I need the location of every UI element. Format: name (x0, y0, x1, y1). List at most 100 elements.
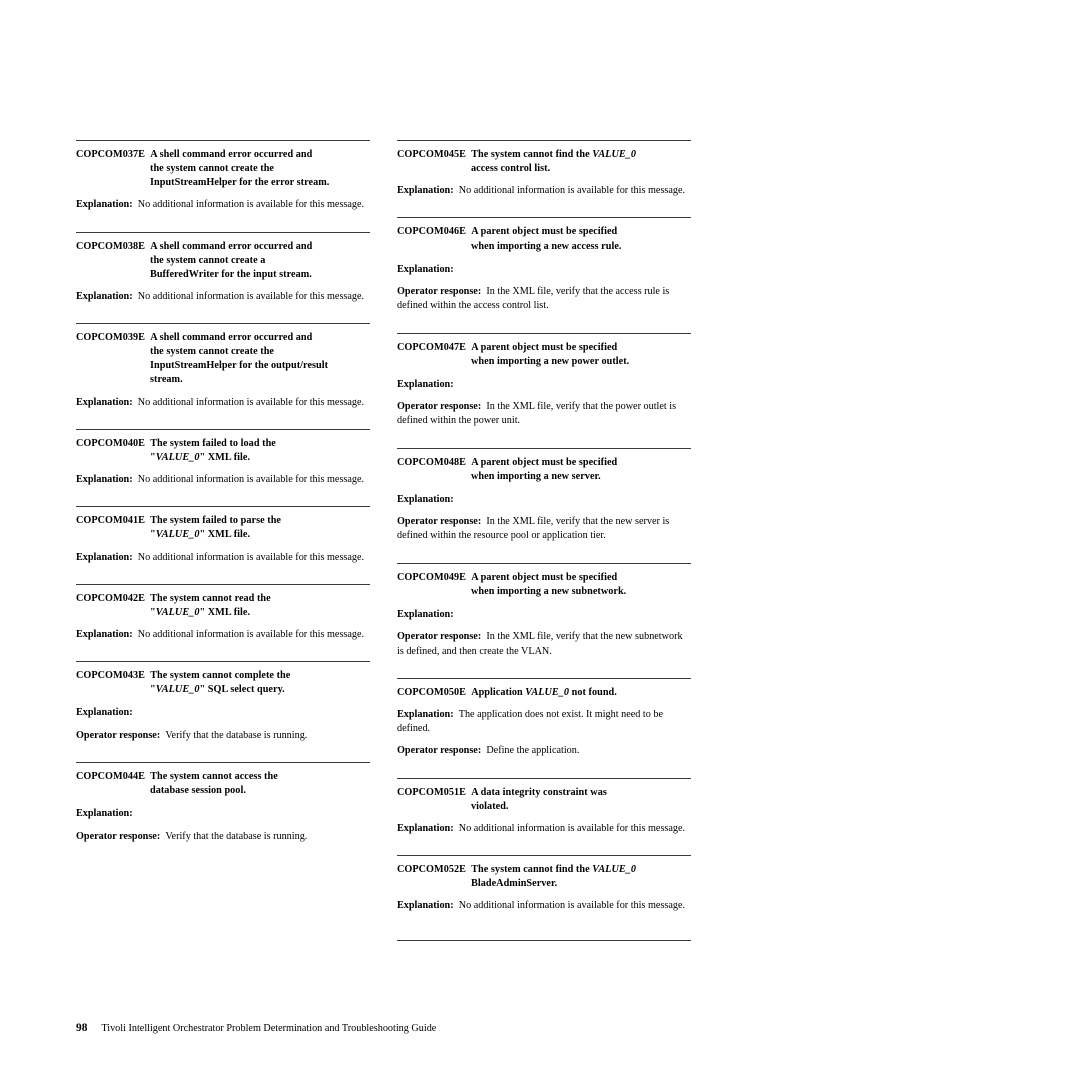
message-title-line: A parent object must be specified (471, 226, 618, 238)
operator-response-paragraph: Operator response: In the XML file, veri… (397, 515, 691, 544)
message-entry: COPCOM047E A parent object must be speci… (397, 332, 691, 429)
message-entry: COPCOM042E The system cannot read the "V… (76, 583, 370, 642)
message-title-line: A shell command error occurred and (150, 240, 313, 252)
explanation-text: No additional information is available f… (458, 185, 686, 197)
explanation-text: No additional information is available f… (137, 290, 365, 302)
message-title-line: "VALUE_0" XML file. (76, 451, 370, 465)
message-id: COPCOM040E (76, 437, 145, 449)
explanation-text: No additional information is available f… (137, 474, 365, 486)
message-title-line: when importing a new access rule. (471, 240, 622, 252)
message-entry: COPCOM037E A shell command error occurre… (76, 140, 370, 213)
value-placeholder: VALUE_0 (525, 686, 570, 698)
message-entry: COPCOM045E The system cannot find the VA… (397, 140, 691, 198)
message-id: COPCOM042E (76, 592, 145, 604)
message-entry: COPCOM049E A parent object must be speci… (397, 562, 691, 659)
message-title-line: the system cannot create a (150, 254, 266, 266)
explanation-paragraph: Explanation: No additional information i… (76, 396, 370, 410)
explanation-paragraph: Explanation: (397, 263, 691, 277)
message-title-line: A data integrity constraint was (471, 786, 607, 798)
message-title-line: database session pool. (150, 785, 246, 797)
explanation-label: Explanation: (76, 628, 133, 640)
right-column: COPCOM045E The system cannot find the VA… (397, 140, 691, 941)
explanation-label: Explanation: (397, 263, 454, 275)
message-title-line: violated. (471, 800, 509, 812)
message-title: COPCOM052E The system cannot find the VA… (397, 856, 691, 891)
explanation-label: Explanation: (76, 199, 133, 211)
entry-spacer (76, 487, 370, 506)
quote-close: " XML file. (199, 606, 251, 618)
message-id: COPCOM052E (397, 864, 466, 876)
explanation-label: Explanation: (76, 808, 133, 820)
message-entry: COPCOM039E A shell command error occurre… (76, 323, 370, 410)
message-title-line: the system cannot create the (150, 163, 274, 175)
message-title-line: The system failed to parse the (150, 515, 281, 527)
message-id: COPCOM048E (397, 456, 466, 468)
entry-spacer (397, 914, 691, 940)
message-entry: COPCOM041E The system failed to parse th… (76, 506, 370, 564)
explanation-paragraph: Explanation: No additional information i… (76, 198, 370, 212)
message-entry: COPCOM050E Application VALUE_0 not found… (397, 677, 691, 759)
message-title-line: InputStreamHelper for the error stream. (150, 177, 330, 189)
entry-spacer (397, 759, 691, 778)
explanation-paragraph: Explanation: The application does not ex… (397, 708, 691, 737)
explanation-paragraph: Explanation: (397, 608, 691, 622)
explanation-label: Explanation: (76, 474, 133, 486)
operator-response-label: Operator response: (397, 285, 482, 297)
quote-close: " SQL select query. (199, 684, 285, 696)
explanation-label: Explanation: (76, 396, 133, 408)
message-title-line: A parent object must be specified (471, 571, 618, 583)
message-entry: COPCOM038E A shell command error occurre… (76, 231, 370, 305)
message-title-line: InputStreamHelper for the output/result (150, 360, 329, 372)
operator-response-label: Operator response: (397, 745, 482, 757)
message-title: COPCOM051E A data integrity constraint w… (397, 779, 691, 814)
message-title-line: The system cannot find the (471, 864, 593, 876)
entry-spacer (397, 429, 691, 448)
entry-spacer (76, 213, 370, 232)
message-entry: COPCOM048E A parent object must be speci… (397, 447, 691, 544)
message-title-line: The system failed to load the (150, 437, 276, 449)
message-entry: COPCOM046E A parent object must be speci… (397, 217, 691, 313)
operator-response-text: Verify that the database is running. (165, 729, 308, 741)
explanation-label: Explanation: (397, 900, 454, 912)
message-entry: COPCOM051E A data integrity constraint w… (397, 777, 691, 836)
message-title-line: A shell command error occurred and (150, 332, 313, 344)
explanation-paragraph: Explanation: No additional information i… (76, 551, 370, 565)
message-title-line: the system cannot create the (150, 346, 274, 358)
explanation-paragraph: Explanation: (76, 706, 370, 720)
message-entry: COPCOM044E The system cannot access the … (76, 762, 370, 844)
value-placeholder: VALUE_0 (155, 606, 200, 618)
entry-spacer (397, 314, 691, 333)
operator-response-paragraph: Operator response: Verify that the datab… (76, 830, 370, 844)
explanation-label: Explanation: (76, 551, 133, 563)
explanation-label: Explanation: (397, 822, 454, 834)
explanation-label: Explanation: (76, 707, 133, 719)
entry-spacer (397, 836, 691, 855)
message-title-line: not found. (569, 686, 617, 698)
message-title-line: BufferedWriter for the input stream. (150, 268, 312, 280)
left-column: COPCOM037E A shell command error occurre… (76, 140, 370, 844)
message-id: COPCOM045E (397, 149, 466, 160)
page-number: 98 (76, 1022, 88, 1034)
message-title-line: The system cannot find the (471, 149, 593, 160)
message-entry: COPCOM052E The system cannot find the VA… (397, 855, 691, 913)
operator-response-label: Operator response: (76, 830, 161, 842)
message-title: COPCOM050E Application VALUE_0 not found… (397, 679, 691, 700)
quote-close: " XML file. (199, 451, 251, 463)
message-title: COPCOM048E A parent object must be speci… (397, 449, 691, 484)
message-title-line: The system cannot read the (150, 592, 271, 604)
message-id: COPCOM041E (76, 515, 145, 527)
message-title: COPCOM040E The system failed to load the… (76, 430, 370, 465)
explanation-text: No additional information is available f… (137, 628, 365, 640)
explanation-label: Explanation: (397, 608, 454, 620)
message-title-line: access control list. (471, 163, 551, 175)
message-id: COPCOM047E (397, 341, 466, 353)
explanation-paragraph: Explanation: No additional information i… (76, 628, 370, 642)
message-title: COPCOM043E The system cannot complete th… (76, 662, 370, 697)
message-title-line: Application (471, 686, 526, 698)
message-title-line: The system cannot complete the (150, 670, 291, 682)
message-title-line: "VALUE_0" XML file. (76, 606, 370, 620)
entry-spacer (397, 544, 691, 563)
operator-response-text: Verify that the database is running. (165, 830, 308, 842)
explanation-label: Explanation: (397, 185, 454, 197)
message-title: COPCOM046E A parent object must be speci… (397, 218, 691, 253)
